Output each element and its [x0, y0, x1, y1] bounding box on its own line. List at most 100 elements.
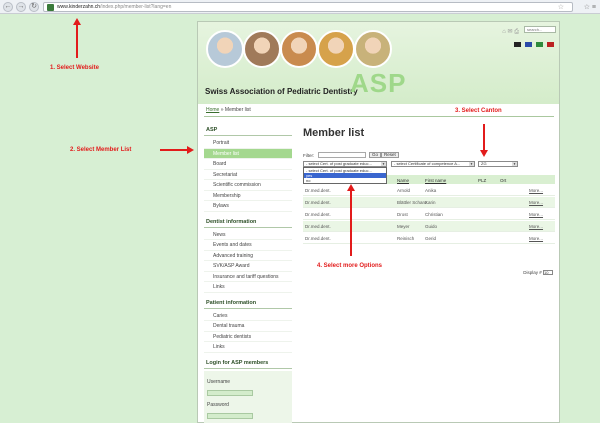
chevron-down-icon: ▾ — [512, 162, 517, 166]
cert-postgrad-dropdown: - select Cert. of post graduate educ... … — [303, 167, 387, 184]
divider — [204, 307, 292, 309]
divider — [204, 116, 554, 117]
go-button[interactable]: Go — [369, 152, 382, 158]
sidebar-item-patient-links[interactable]: Links — [204, 342, 292, 353]
child-photo — [354, 30, 392, 68]
sidebar-heading-dentist: Dentist information — [206, 218, 257, 225]
password-input[interactable] — [207, 412, 253, 419]
breadcrumb-current: Member list — [224, 107, 251, 113]
german-flag-icon[interactable] — [514, 42, 521, 47]
breadcrumb: Home » Member list — [206, 107, 251, 113]
back-button[interactable]: ← — [3, 2, 13, 12]
site-title: Swiss Association of Pediatric Dentistry — [205, 87, 358, 96]
more-link[interactable]: More... — [529, 236, 543, 241]
more-link[interactable]: More... — [529, 224, 543, 229]
more-link[interactable]: More... — [529, 188, 543, 193]
reload-icon[interactable]: ↻ — [29, 2, 39, 12]
annotation-step-1: 1. Select Website — [50, 65, 99, 71]
col-plz: PLZ — [478, 178, 487, 183]
divider — [204, 367, 292, 369]
url-text: www.kinderzahn.ch/index.php/member-list?… — [57, 4, 172, 10]
sidebar-heading-login: Login for ASP members — [206, 359, 269, 366]
sidebar-heading-asp: ASP — [206, 127, 218, 133]
header-tool-icons[interactable]: ⌂ ✉ ⎙ — [502, 28, 519, 36]
annotation-arrow-2 — [160, 149, 188, 151]
filter-label: Filter: — [303, 153, 315, 158]
sidebar-item-scientific-commission[interactable]: Scientific commission — [204, 180, 292, 191]
username-label: Username — [207, 378, 231, 385]
divider — [204, 135, 292, 136]
dropdown-option-no[interactable]: no — [304, 178, 386, 183]
annotation-arrowhead-2 — [187, 146, 194, 154]
divider — [204, 226, 292, 228]
annotation-arrow-3 — [483, 124, 485, 150]
table-row: Dr.med.dent. Blättler Schanz Karin More.… — [303, 197, 555, 208]
breadcrumb-home-link[interactable]: Home — [206, 107, 219, 113]
cert-competence-select[interactable]: - select Certificate of competence A... … — [391, 161, 475, 167]
page-title: Member list — [303, 127, 365, 139]
sidebar-item-bylaws[interactable]: Bylaws — [204, 201, 292, 212]
table-row: Dr.med.dent. Reinisch Gerid More... — [303, 233, 555, 244]
english-flag-icon[interactable] — [547, 42, 554, 47]
banner-photos — [206, 30, 396, 70]
annotation-arrow-1 — [76, 24, 78, 58]
forward-button[interactable]: → — [16, 2, 26, 12]
sidebar-item-portrait[interactable]: Portrait — [204, 138, 292, 149]
sidebar-item-award[interactable]: SVK/ASP Award — [204, 261, 292, 272]
more-link[interactable]: More... — [529, 200, 543, 205]
table-row: Dr.med.dent. Arnold Anika More... — [303, 185, 555, 196]
site-search-input[interactable]: search... — [524, 26, 556, 33]
child-photo — [243, 30, 281, 68]
col-first-name[interactable]: First name — [425, 178, 446, 183]
more-link[interactable]: More... — [529, 212, 543, 217]
col-ort: Ort — [500, 178, 507, 183]
sidebar-item-news[interactable]: News — [204, 230, 292, 240]
sidebar: ASP Portrait Member list Board Secretari… — [204, 126, 292, 423]
sidebar-item-events[interactable]: Events and dates — [204, 240, 292, 251]
sidebar-item-links[interactable]: Links — [204, 282, 292, 293]
password-label: Password — [207, 401, 229, 408]
child-photo — [206, 30, 244, 68]
child-photo — [317, 30, 355, 68]
display-count: Display # 10 — [523, 270, 553, 276]
sidebar-item-member-list[interactable]: Member list — [204, 148, 292, 159]
username-input[interactable] — [207, 389, 253, 396]
address-bar[interactable]: www.kinderzahn.ch/index.php/member-list?… — [43, 2, 573, 12]
sidebar-heading-patient: Patient information — [206, 299, 257, 306]
browser-toolbar: ← → ↻ www.kinderzahn.ch/index.php/member… — [0, 0, 600, 14]
asp-logo: ASP — [350, 68, 407, 98]
chevron-down-icon: ▾ — [469, 162, 474, 166]
chevron-down-icon: ▾ — [381, 162, 386, 166]
child-photo — [280, 30, 318, 68]
sidebar-item-insurance[interactable]: Insurance and tariff questions — [204, 272, 292, 282]
annotation-arrowhead-3 — [480, 150, 488, 157]
filter-input[interactable] — [318, 152, 366, 158]
sidebar-item-advanced-training[interactable]: Advanced training — [204, 251, 292, 261]
annotation-arrow-4 — [350, 190, 352, 256]
col-name[interactable]: Name — [397, 178, 409, 183]
sidebar-item-pediatric-dentists[interactable]: Pediatric dentists — [204, 332, 292, 342]
italian-flag-icon[interactable] — [536, 42, 543, 47]
french-flag-icon[interactable] — [525, 42, 532, 47]
login-box: Username Password — [204, 370, 292, 423]
annotation-step-2: 2. Select Member List — [70, 147, 132, 153]
table-row: Dr.med.dent. Drost Christian More... — [303, 209, 555, 220]
sidebar-item-membership[interactable]: Membership — [204, 191, 292, 201]
site-banner: Swiss Association of Pediatric Dentistry… — [198, 22, 559, 104]
sidebar-item-board[interactable]: Board — [204, 159, 292, 170]
sidebar-item-secretariat[interactable]: Secretariat — [204, 170, 292, 180]
sidebar-item-caries[interactable]: Caries — [204, 311, 292, 321]
annotation-step-4: 4. Select more Options — [317, 263, 383, 269]
table-row: Dr.med.dent. Meyer Guido More... — [303, 221, 555, 232]
website-page: Swiss Association of Pediatric Dentistry… — [197, 21, 560, 423]
main-content: Member list Filter: Go Reset - select Ce… — [303, 126, 555, 276]
sidebar-item-dental-trauma[interactable]: Dental trauma — [204, 321, 292, 332]
reset-button[interactable]: Reset — [381, 152, 399, 158]
site-favicon-icon — [47, 4, 54, 11]
bookmark-star-icon[interactable]: ☆ — [558, 3, 564, 11]
display-count-select[interactable]: 10 — [543, 270, 553, 276]
annotation-step-3: 3. Select Canton — [455, 108, 502, 114]
language-flags — [514, 42, 554, 47]
browser-menu-icon[interactable]: ☆ ≡ — [584, 3, 596, 11]
canton-select[interactable]: ZG ▾ — [478, 161, 518, 167]
